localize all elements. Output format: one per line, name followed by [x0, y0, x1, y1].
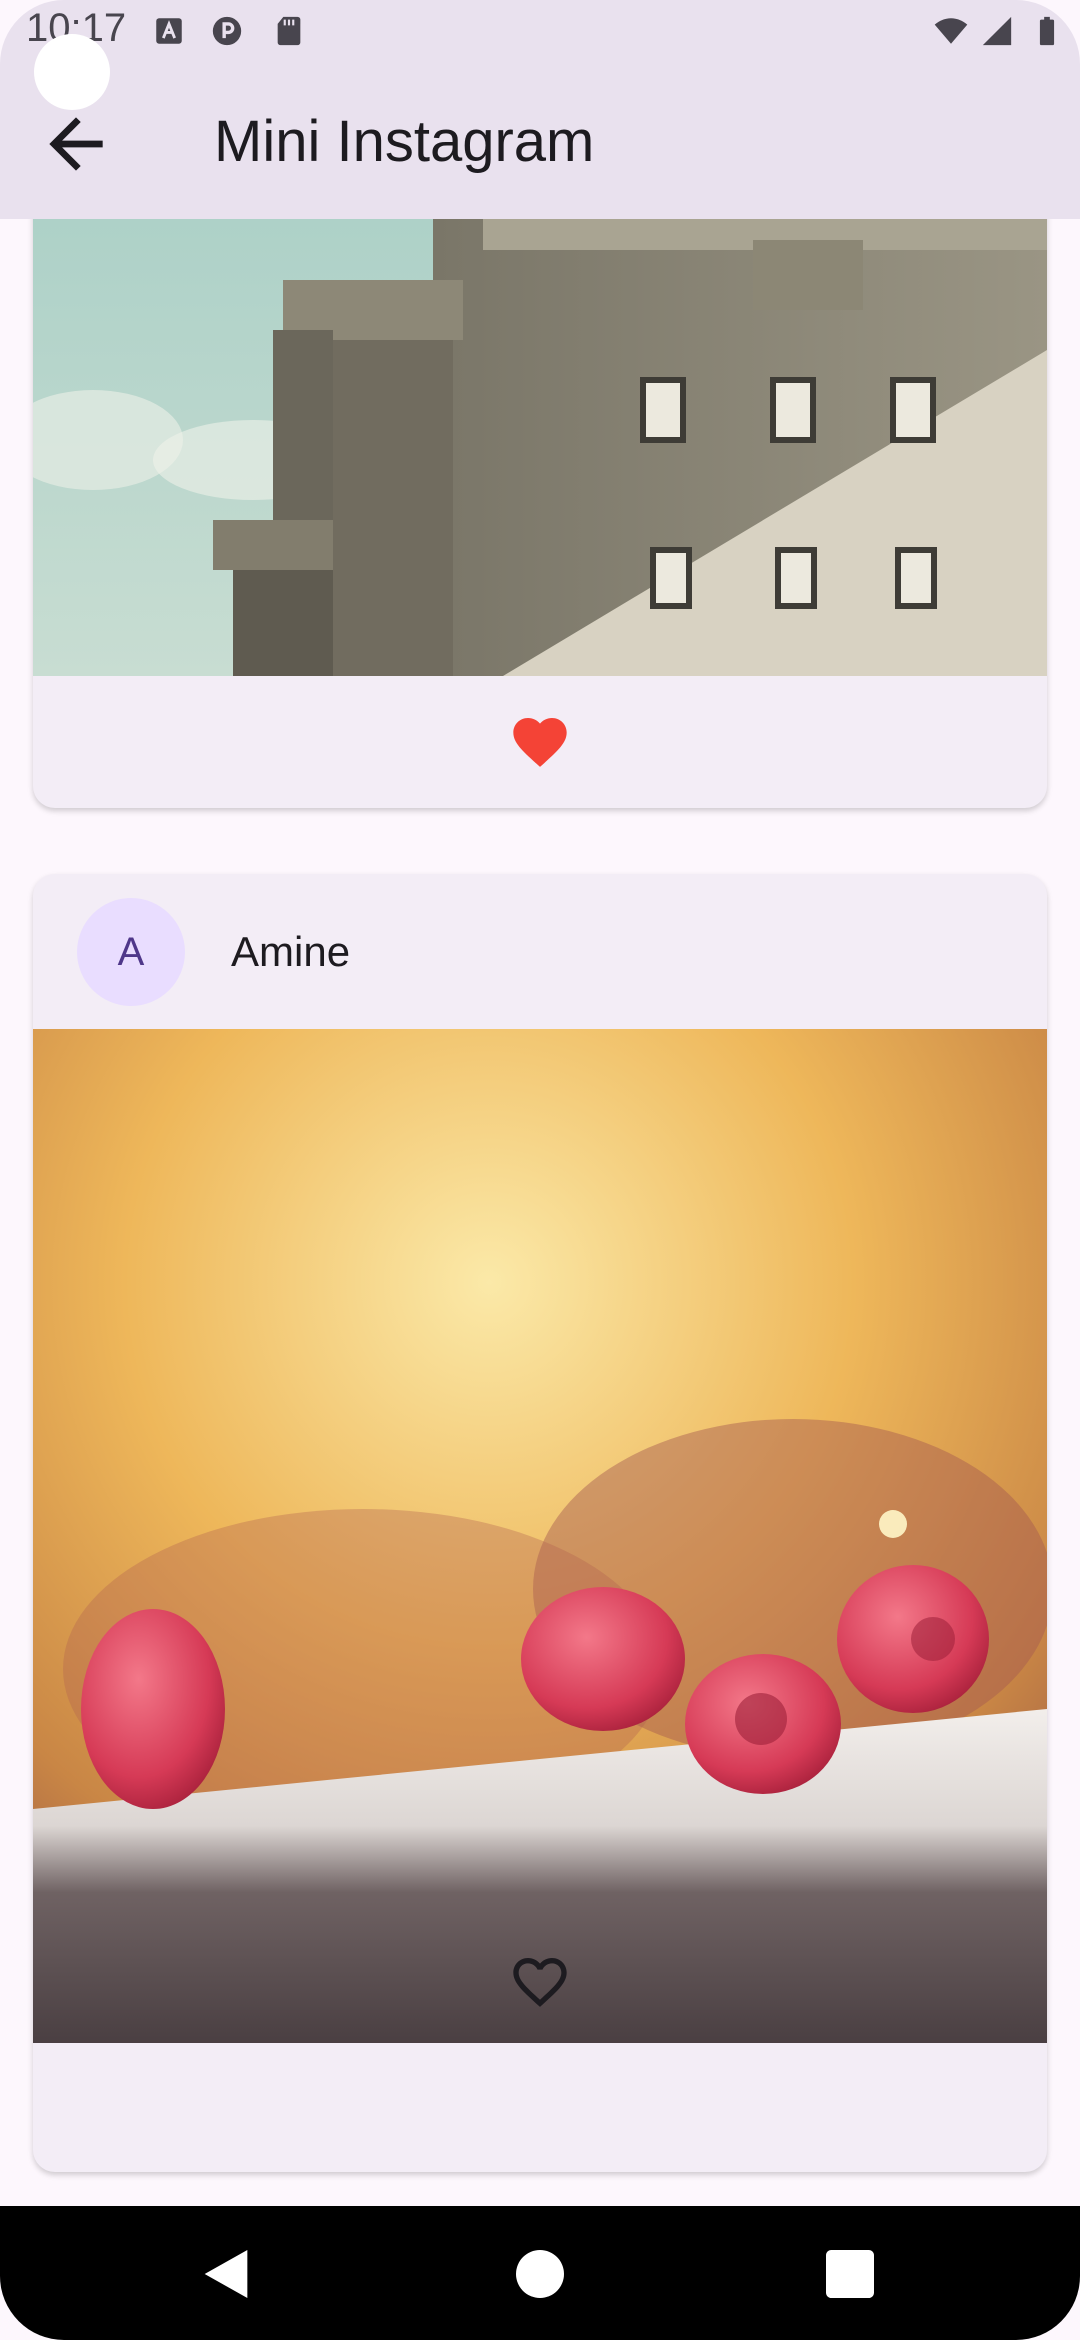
- arrow-back-icon: [49, 117, 103, 171]
- back-triangle-icon: [204, 2250, 248, 2298]
- cell-signal-icon: [982, 16, 1012, 46]
- post-username[interactable]: Amine: [231, 924, 350, 980]
- keyboard-a-icon: [156, 18, 182, 44]
- raspberries-photo: [33, 1029, 1047, 2043]
- home-circle-icon: [516, 2250, 564, 2298]
- like-button[interactable]: [508, 710, 572, 774]
- wifi-icon: [934, 18, 968, 44]
- avatar[interactable]: A: [77, 898, 185, 1006]
- p-badge-icon: [212, 16, 242, 46]
- screen: A Amine 10:17 Mini Instagram: [0, 0, 1080, 2340]
- camera-cutout: [34, 34, 110, 110]
- like-button[interactable]: [508, 1950, 572, 2014]
- heart-filled-icon: [513, 718, 567, 767]
- system-navigation-bar: [0, 2206, 1080, 2340]
- heart-outline-icon: [513, 1958, 567, 2007]
- back-button[interactable]: [36, 104, 116, 184]
- post-photo[interactable]: [33, 140, 1047, 676]
- nav-recents-button[interactable]: [818, 2242, 882, 2306]
- app-bar: 10:17 Mini Instagram: [0, 0, 1080, 219]
- battery-icon: [1039, 16, 1055, 46]
- nav-home-button[interactable]: [508, 2242, 572, 2306]
- post-photo[interactable]: [33, 1029, 1047, 2043]
- status-bar: 10:17: [0, 0, 1080, 66]
- sd-card-icon: [277, 16, 301, 46]
- post-card: [33, 140, 1047, 808]
- recents-square-icon: [826, 2250, 874, 2298]
- post-card: A Amine: [33, 874, 1047, 2172]
- nav-back-button[interactable]: [194, 2242, 258, 2306]
- concrete-building-photo: [33, 140, 1047, 676]
- post-header: A Amine: [33, 874, 1047, 1029]
- page-title: Mini Instagram: [214, 109, 595, 174]
